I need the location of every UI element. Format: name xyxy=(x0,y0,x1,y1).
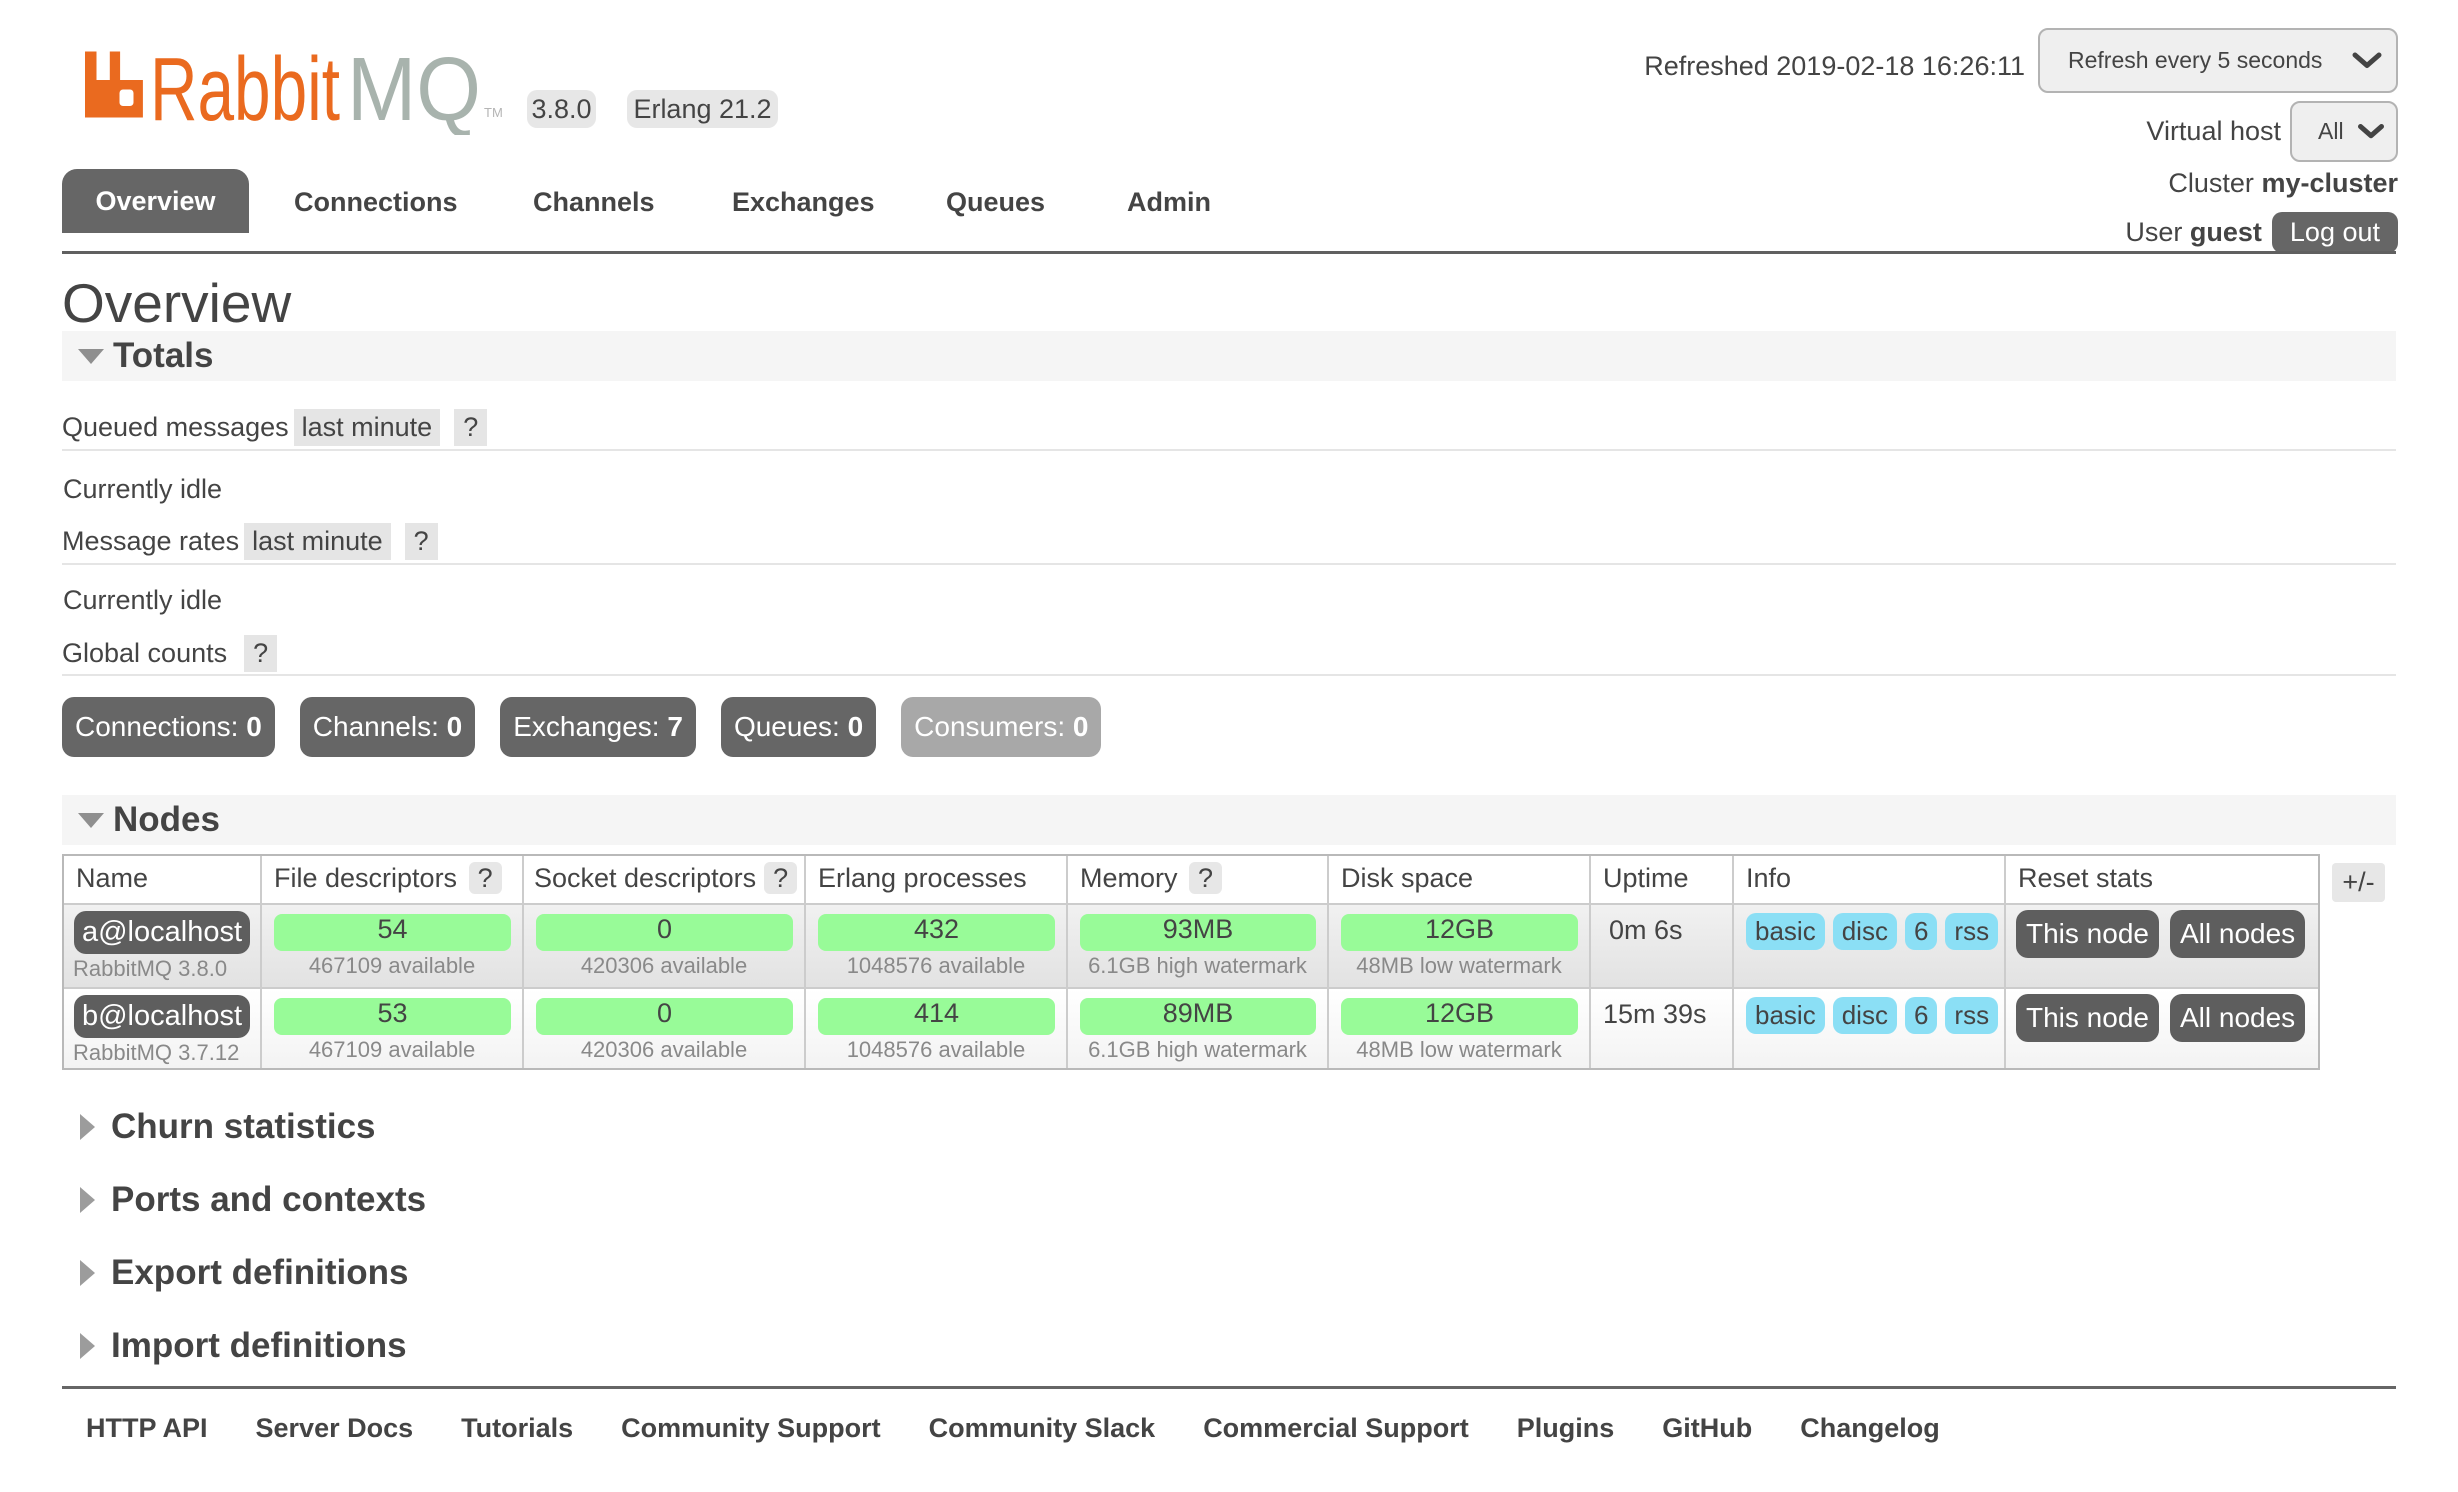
svg-text:MQ: MQ xyxy=(347,45,481,135)
svg-text:Rabbit: Rabbit xyxy=(150,45,340,135)
svg-text:TM: TM xyxy=(484,105,503,120)
